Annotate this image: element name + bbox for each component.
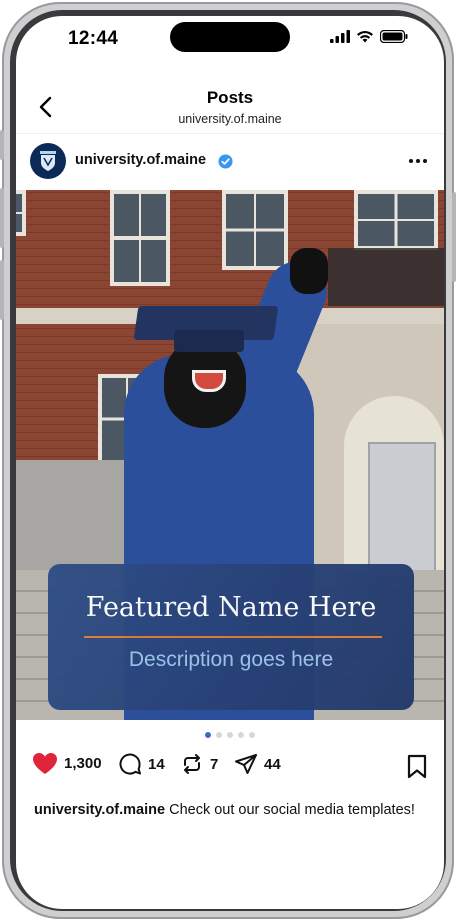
like-button[interactable]: 1,300 (32, 752, 102, 775)
featured-description-text: Description goes here (128, 648, 334, 671)
comment-count: 14 (148, 755, 165, 773)
building-window (16, 190, 26, 236)
carousel-dot (249, 732, 255, 738)
university-seal-logo-icon (31, 144, 65, 178)
graduation-cap-band (174, 330, 244, 352)
page-title: Posts (206, 88, 254, 107)
post-actions: 1,300 14 7 44 (16, 752, 444, 786)
mascot-mouth (192, 370, 226, 392)
like-count: 1,300 (64, 755, 102, 772)
posts-header: Posts university.of.maine (16, 68, 444, 134)
send-paper-plane-icon (235, 754, 257, 774)
battery-icon (380, 30, 408, 43)
mute-switch (0, 130, 4, 160)
building-window (222, 190, 288, 270)
building-window (110, 190, 170, 286)
phone-frame: 12:44 Posts university.of.maine universi… (0, 2, 456, 919)
carousel-dot (238, 732, 244, 738)
iron-balcony (328, 248, 444, 306)
avatar[interactable] (30, 143, 66, 179)
account-name[interactable]: university.of.maine (75, 152, 206, 168)
carousel-indicator (16, 732, 444, 742)
featured-divider (84, 636, 382, 638)
post-caption: university.of.maine Check out our social… (34, 800, 434, 820)
wifi-icon (357, 30, 373, 43)
entrance-door (368, 442, 436, 580)
carousel-dot (227, 732, 233, 738)
status-time: 12:44 (68, 28, 119, 49)
building-window (354, 190, 438, 250)
featured-name-text: Featured Name Here (85, 592, 377, 623)
mascot-fist (290, 248, 328, 294)
post-image[interactable]: Featured Name Here Description goes here (16, 190, 444, 720)
dynamic-island (170, 22, 290, 52)
volume-down-button (0, 260, 4, 320)
page-subtitle: university.of.maine (178, 112, 282, 126)
screen: 12:44 Posts university.of.maine universi… (16, 16, 444, 909)
cellular-signal-icon (330, 30, 350, 43)
more-options-icon[interactable] (408, 155, 428, 167)
repost-icon (184, 754, 200, 774)
volume-up-button (0, 188, 4, 248)
caption-username[interactable]: university.of.maine (34, 802, 165, 818)
share-button[interactable]: 44 (234, 752, 281, 776)
caption-text: Check out our social media templates! (165, 802, 415, 818)
repost-count: 7 (210, 755, 219, 773)
carousel-dot (216, 732, 222, 738)
power-button (452, 192, 456, 282)
post-author-row: university.of.maine (16, 134, 444, 190)
carousel-dot-active (205, 732, 211, 738)
featured-name-card: Featured Name Here Description goes here (48, 564, 414, 710)
comment-bubble-icon (119, 753, 141, 775)
comment-button[interactable]: 14 (118, 752, 165, 776)
share-count: 44 (264, 755, 281, 773)
heart-filled-icon (33, 753, 57, 774)
bookmark-icon[interactable] (406, 754, 428, 780)
status-icons (330, 30, 408, 43)
repost-button[interactable]: 7 (180, 752, 218, 776)
status-bar: 12:44 (16, 16, 444, 68)
verified-badge-icon (218, 154, 233, 169)
